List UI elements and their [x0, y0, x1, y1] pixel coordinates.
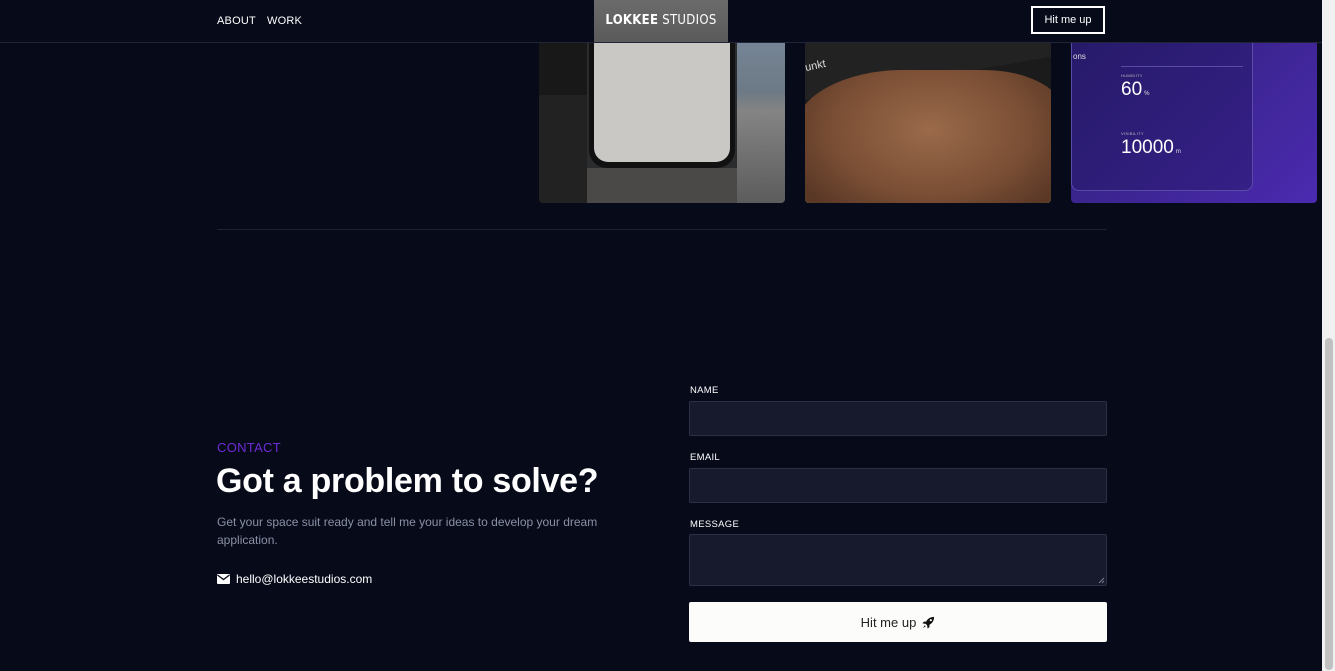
rocket-icon — [922, 616, 935, 629]
scrollbar-thumb[interactable] — [1325, 338, 1333, 670]
submit-label: Hit me up — [860, 614, 917, 630]
nav-link-about[interactable]: ABOUT — [217, 15, 256, 27]
message-textarea[interactable] — [689, 534, 1107, 586]
contact-eyebrow: CONTACT — [217, 440, 281, 455]
envelope-icon — [217, 574, 230, 584]
name-label: NAME — [690, 385, 719, 396]
humidity-value: 60% — [1121, 79, 1150, 100]
message-label: MESSAGE — [690, 519, 740, 530]
hand-image — [805, 70, 1051, 203]
top-nav: ABOUT WORK LOKKEE STUDIOS Hit me up — [0, 0, 1322, 43]
name-input[interactable] — [689, 401, 1107, 436]
weather-tag: ons — [1073, 52, 1086, 61]
hit-me-up-nav-button[interactable]: Hit me up — [1031, 6, 1105, 34]
visibility-value: 10000 m — [1121, 137, 1181, 158]
email-link[interactable]: hello@lokkeestudios.com — [217, 572, 372, 586]
contact-headline: Got a problem to solve? — [216, 462, 599, 500]
brand-logo[interactable]: LOKKEE STUDIOS — [594, 0, 728, 42]
email-label: EMAIL — [690, 452, 721, 463]
humidity-label: HUMIDITY — [1121, 73, 1143, 78]
visibility-label: VISIBILITY — [1121, 131, 1144, 136]
page: unkt ons HUMIDITY 60% VISIBILITY 10000 m … — [0, 0, 1335, 671]
email-input[interactable] — [689, 468, 1107, 503]
email-text: hello@lokkeestudios.com — [236, 572, 373, 586]
contact-description: Get your space suit ready and tell me yo… — [217, 515, 598, 547]
nav-link-work[interactable]: WORK — [267, 15, 302, 27]
resize-grip-icon[interactable] — [1098, 577, 1105, 584]
hit-me-up-submit-button[interactable]: Hit me up — [689, 602, 1107, 642]
weather-panel — [1071, 40, 1253, 191]
section-divider — [217, 229, 1107, 230]
